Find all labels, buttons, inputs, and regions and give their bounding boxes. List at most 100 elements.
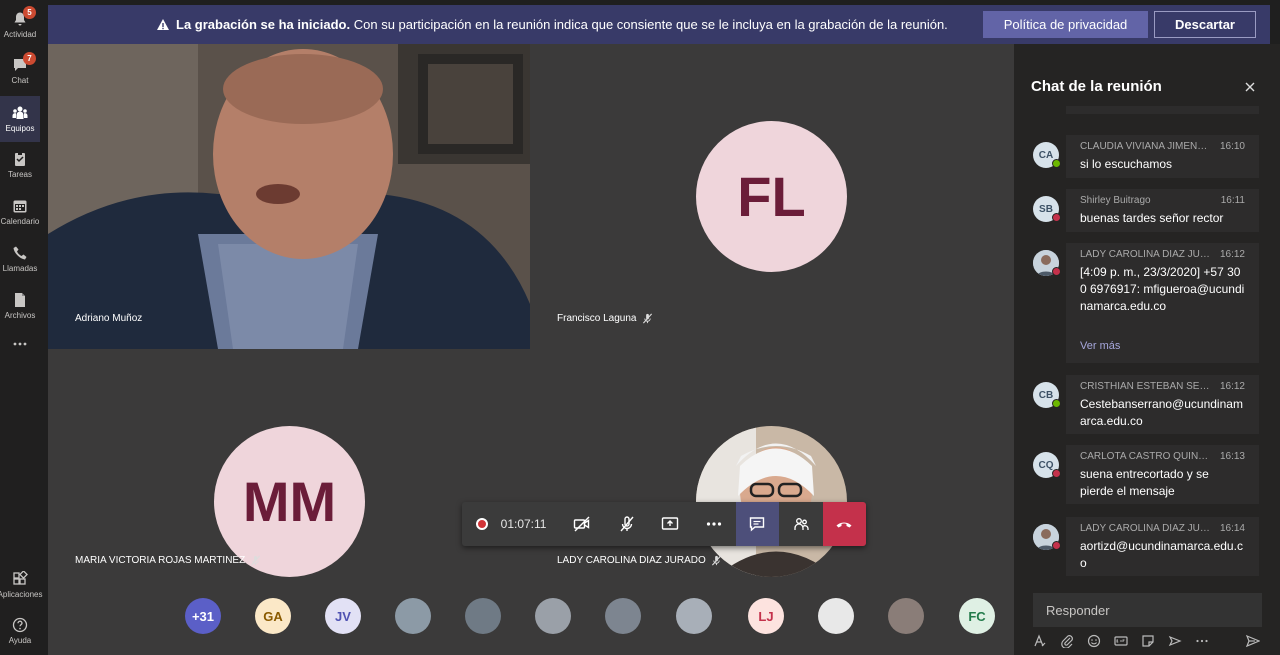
video-tile-adriano[interactable]: Adriano Muñoz bbox=[48, 44, 530, 349]
mic-toggle-button[interactable] bbox=[605, 502, 649, 546]
message-time: 16:10 bbox=[1219, 141, 1245, 152]
rail-item-chat[interactable]: 7 Chat bbox=[0, 48, 40, 94]
message-time: 16:12 bbox=[1219, 249, 1245, 260]
avatar[interactable] bbox=[676, 598, 712, 634]
avatar-label: LJ bbox=[758, 608, 774, 624]
message-body: Cestebanserrano@ucundinamarca.edu.co bbox=[1080, 397, 1243, 428]
rail-item-calls[interactable]: Llamadas bbox=[0, 236, 40, 282]
video-stage: Adriano Muñoz FL Francisco Laguna MM MAR… bbox=[48, 44, 1014, 655]
dismiss-button[interactable]: Descartar bbox=[1154, 11, 1256, 38]
participant-name-text: Adriano Muñoz bbox=[75, 313, 143, 324]
participant-name: LADY CAROLINA DIAZ JURADO bbox=[557, 555, 722, 566]
warning-icon bbox=[157, 18, 169, 30]
status-available-icon bbox=[1052, 399, 1061, 408]
rail-item-activity[interactable]: 5 Actividad bbox=[0, 2, 40, 48]
share-screen-button[interactable] bbox=[649, 502, 693, 546]
rail-item-help[interactable]: Ayuda bbox=[0, 608, 40, 654]
privacy-policy-button[interactable]: Política de privacidad bbox=[983, 11, 1148, 38]
avatar[interactable] bbox=[818, 598, 854, 634]
app-rail: 5 Actividad 7 Chat Equipos Tareas Calend… bbox=[0, 0, 42, 655]
file-icon bbox=[12, 292, 28, 308]
avatar: FL bbox=[696, 121, 847, 272]
rail-item-teams[interactable]: Equipos bbox=[0, 96, 40, 142]
rail-item-label: Archivos bbox=[4, 311, 36, 320]
recording-indicator bbox=[462, 502, 502, 546]
avatar-label: JV bbox=[335, 608, 351, 624]
mic-off-icon bbox=[250, 555, 261, 566]
camera-off-icon bbox=[574, 516, 590, 532]
rail-item-label: Tareas bbox=[7, 170, 32, 179]
mic-off-icon bbox=[642, 313, 653, 324]
send-icon[interactable] bbox=[1246, 634, 1262, 650]
tasks-icon bbox=[12, 151, 28, 167]
avatar[interactable] bbox=[535, 598, 571, 634]
meet-now-icon[interactable] bbox=[1168, 634, 1184, 650]
rail-item-apps[interactable]: Aplicaciones bbox=[0, 562, 42, 608]
hang-up-button[interactable] bbox=[822, 502, 867, 546]
message-author: LADY CAROLINA DIAZ JURA... bbox=[1080, 249, 1212, 260]
call-controls: 01:07:11 bbox=[462, 502, 867, 546]
participant-name: MARIA VICTORIA ROJAS MARTINEZ bbox=[75, 555, 261, 566]
avatar[interactable]: FC bbox=[959, 598, 995, 634]
message-author: LADY CAROLINA DIAZ JURA... bbox=[1080, 523, 1212, 534]
participant-name-text: Francisco Laguna bbox=[557, 313, 637, 324]
chat-title: Chat de la reunión bbox=[1031, 78, 1162, 95]
video-tile-francisco[interactable]: FL Francisco Laguna bbox=[530, 44, 1014, 349]
chat-scroll-remnant bbox=[1014, 106, 1280, 116]
message-body: aortizd@ucundinamarca.edu.co bbox=[1080, 539, 1243, 570]
status-busy-icon bbox=[1052, 213, 1061, 222]
camera-toggle-button[interactable] bbox=[560, 502, 605, 546]
status-busy-icon bbox=[1052, 541, 1061, 550]
message-body: suena entrecortado y se pierde el mensaj… bbox=[1080, 467, 1209, 498]
more-participants-button[interactable]: +31 bbox=[185, 598, 221, 634]
chat-bubble: CRISTHIAN ESTEBAN SERRA... 16:12 Cesteban… bbox=[1066, 375, 1259, 434]
previous-message-fragment bbox=[1066, 106, 1259, 114]
reply-input[interactable]: Responder bbox=[1033, 593, 1262, 627]
record-dot-icon bbox=[475, 518, 488, 530]
avatar[interactable]: GA bbox=[255, 598, 291, 634]
rail-more-button[interactable] bbox=[0, 332, 40, 356]
avatar-label: FC bbox=[968, 608, 986, 624]
avatar[interactable] bbox=[465, 598, 501, 634]
rail-item-label: Calendario bbox=[0, 217, 40, 226]
chat-bubble: CARLOTA CASTRO QUINTA... 16:13 suena entr… bbox=[1066, 445, 1259, 504]
chat-badge: 7 bbox=[23, 52, 36, 65]
avatar[interactable] bbox=[395, 598, 431, 634]
message-time: 16:14 bbox=[1219, 523, 1245, 534]
rail-item-calendar[interactable]: Calendario bbox=[0, 189, 40, 235]
rail-item-label: Llamadas bbox=[2, 264, 38, 273]
bell-icon: 5 bbox=[12, 6, 36, 27]
recording-banner: La grabación se ha iniciado. Con su part… bbox=[48, 5, 1270, 44]
avatar[interactable]: LJ bbox=[748, 598, 784, 634]
format-icon[interactable] bbox=[1033, 634, 1049, 650]
ellipsis-icon bbox=[12, 336, 28, 352]
avatar-label: +31 bbox=[191, 608, 215, 624]
avatar[interactable] bbox=[888, 598, 924, 634]
close-icon[interactable] bbox=[1243, 80, 1257, 94]
participants-button[interactable] bbox=[779, 502, 823, 546]
avatar[interactable]: JV bbox=[325, 598, 361, 634]
rail-item-tasks[interactable]: Tareas bbox=[0, 142, 40, 188]
status-busy-icon bbox=[1052, 267, 1061, 276]
more-actions-button[interactable] bbox=[692, 502, 736, 546]
message-time: 16:12 bbox=[1219, 381, 1245, 392]
rail-item-files[interactable]: Archivos bbox=[0, 283, 40, 329]
see-more-link[interactable]: Ver más bbox=[1080, 340, 1245, 352]
share-icon bbox=[662, 517, 679, 530]
participant-name: Adriano Muñoz bbox=[75, 313, 142, 324]
ellipsis-icon[interactable] bbox=[1195, 634, 1211, 650]
avatar[interactable] bbox=[605, 598, 641, 634]
message-author: CLAUDIA VIVIANA JIMENEZ... bbox=[1080, 141, 1212, 152]
participant-name-text: LADY CAROLINA DIAZ JURADO bbox=[557, 555, 706, 566]
show-chat-button[interactable] bbox=[735, 502, 780, 546]
call-timer: 01:07:11 bbox=[500, 517, 547, 531]
calendar-icon bbox=[12, 198, 28, 214]
gif-icon[interactable] bbox=[1114, 634, 1130, 650]
recording-title: La grabación se ha iniciado. bbox=[176, 17, 351, 32]
sticker-icon[interactable] bbox=[1141, 634, 1157, 650]
attach-icon[interactable] bbox=[1060, 634, 1076, 650]
teams-meeting-window: 5 Actividad 7 Chat Equipos Tareas Calend… bbox=[0, 0, 1280, 655]
message-time: 16:11 bbox=[1220, 195, 1245, 206]
chat-bubble: Shirley Buitrago 16:11 buenas tardes seño… bbox=[1066, 189, 1259, 232]
emoji-icon[interactable] bbox=[1087, 634, 1103, 650]
